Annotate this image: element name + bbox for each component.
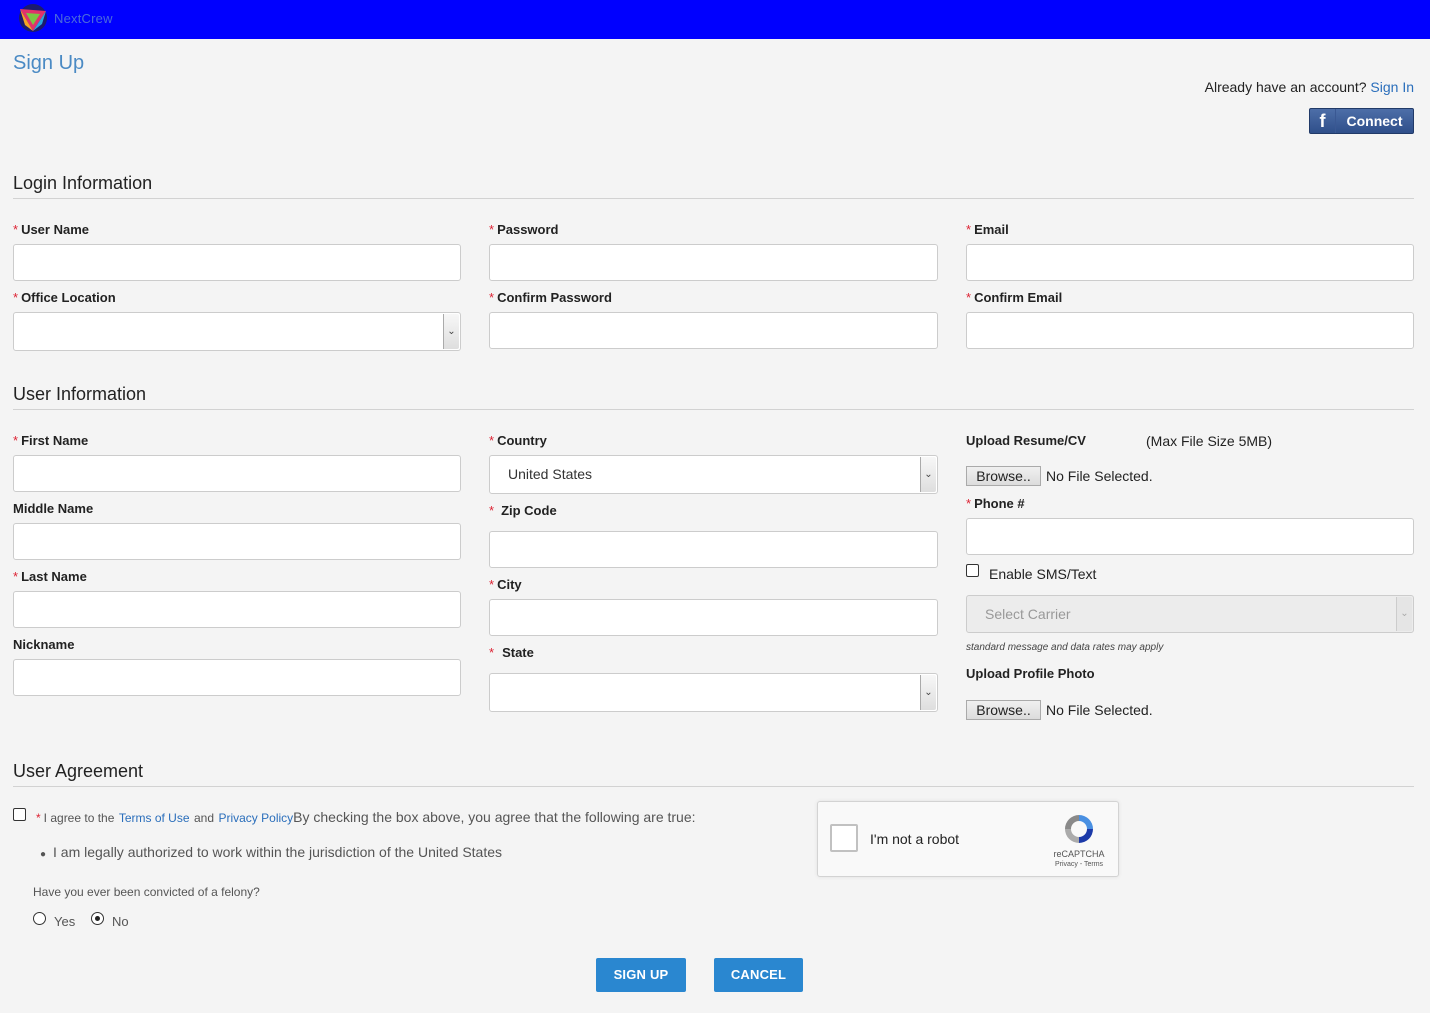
user-name-input[interactable] (13, 244, 461, 281)
bullet-icon: ● (40, 849, 47, 860)
first-name-input[interactable] (13, 455, 461, 492)
recaptcha-logo-icon (1065, 815, 1093, 843)
privacy-policy-link[interactable]: Privacy Policy (218, 811, 293, 825)
chevron-down-icon: ⌄ (443, 314, 459, 349)
agree-checkbox[interactable] (13, 808, 26, 821)
country-select[interactable]: United States ⌄ (489, 455, 938, 494)
confirm-password-input[interactable] (489, 312, 938, 349)
email-input[interactable] (966, 244, 1414, 281)
nickname-label: Nickname (13, 637, 75, 652)
zip-code-label: * Zip Code (489, 503, 557, 518)
recaptcha-widget: I'm not a robot reCAPTCHA Privacy - Term… (817, 801, 1119, 877)
enable-sms-label: Enable SMS/Text (989, 566, 1097, 582)
chevron-down-icon: ⌄ (920, 457, 936, 492)
chevron-down-icon: ⌄ (1396, 597, 1412, 631)
confirm-password-label: * Confirm Password (489, 290, 612, 305)
last-name-label: * Last Name (13, 569, 87, 584)
section-title-login: Login Information (13, 173, 153, 193)
country-label: * Country (489, 433, 547, 448)
logo-text: NextCrew (54, 11, 113, 26)
facebook-connect-label: Connect (1346, 113, 1403, 129)
email-label: * Email (966, 222, 1009, 237)
section-divider (13, 786, 1414, 787)
recaptcha-terms[interactable]: Privacy - Terms (1048, 861, 1110, 868)
facebook-connect-button[interactable]: f Connect (1309, 108, 1414, 134)
already-have-account: Already have an account? Sign In (1205, 79, 1414, 95)
page-title: Sign Up (13, 52, 85, 74)
state-select[interactable]: ⌄ (489, 673, 938, 712)
office-location-label: * Office Location (13, 290, 116, 305)
cancel-button[interactable]: CANCEL (714, 958, 803, 992)
felony-question: Have you ever been convicted of a felony… (33, 885, 260, 899)
agree-statement: * I agree to the Terms of Use and Privacy… (36, 809, 696, 825)
work-authorization-text: I am legally authorized to work within t… (53, 844, 503, 860)
sms-rates-note: standard message and data rates may appl… (966, 642, 1164, 653)
chevron-down-icon: ⌄ (920, 675, 936, 710)
nextcrew-logo-icon[interactable] (16, 3, 50, 33)
section-title-user: User Information (13, 384, 147, 404)
recaptcha-checkbox[interactable] (830, 824, 858, 852)
felony-no-label: No (112, 914, 129, 929)
password-label: * Password (489, 222, 559, 237)
last-name-input[interactable] (13, 591, 461, 628)
recaptcha-label: I'm not a robot (870, 831, 960, 847)
facebook-icon: f (1310, 109, 1336, 133)
user-name-label: * User Name (13, 222, 89, 237)
photo-browse-button[interactable]: Browse.. (966, 700, 1041, 720)
first-name-label: * First Name (13, 433, 89, 448)
upload-resume-label: Upload Resume/CV (966, 433, 1086, 448)
section-title-agreement: User Agreement (13, 761, 144, 781)
enable-sms-checkbox[interactable] (966, 564, 979, 577)
state-label: * State (489, 645, 534, 660)
resume-no-file: No File Selected. (1046, 468, 1153, 484)
phone-input[interactable] (966, 518, 1414, 555)
felony-yes-radio[interactable] (33, 912, 46, 925)
carrier-select[interactable]: Select Carrier ⌄ (966, 595, 1414, 633)
country-value: United States (508, 466, 593, 482)
city-input[interactable] (489, 599, 938, 636)
confirm-email-label: * Confirm Email (966, 290, 1063, 305)
sign-in-link[interactable]: Sign In (1370, 79, 1414, 95)
terms-of-use-link[interactable]: Terms of Use (119, 811, 190, 825)
middle-name-label: Middle Name (13, 501, 94, 516)
sign-up-button[interactable]: SIGN UP (596, 958, 686, 992)
office-location-select[interactable]: ⌄ (13, 312, 461, 351)
carrier-placeholder: Select Carrier (985, 606, 1071, 622)
top-bar: NextCrew (0, 0, 1430, 39)
section-divider (13, 198, 1414, 199)
password-input[interactable] (489, 244, 938, 281)
resume-browse-button[interactable]: Browse.. (966, 466, 1041, 486)
photo-no-file: No File Selected. (1046, 702, 1153, 718)
phone-label: * Phone # (966, 496, 1025, 511)
middle-name-input[interactable] (13, 523, 461, 560)
already-text: Already have an account? (1204, 79, 1367, 95)
section-divider (13, 409, 1414, 410)
recaptcha-brand: reCAPTCHA (1053, 849, 1105, 859)
nickname-input[interactable] (13, 659, 461, 696)
zip-code-input[interactable] (489, 531, 938, 568)
city-label: * City (489, 577, 522, 592)
felony-yes-label: Yes (54, 914, 76, 929)
resume-max-size: (Max File Size 5MB) (1146, 433, 1273, 449)
upload-photo-label: Upload Profile Photo (966, 666, 1095, 681)
confirm-email-input[interactable] (966, 312, 1414, 349)
felony-no-radio[interactable] (91, 912, 104, 925)
